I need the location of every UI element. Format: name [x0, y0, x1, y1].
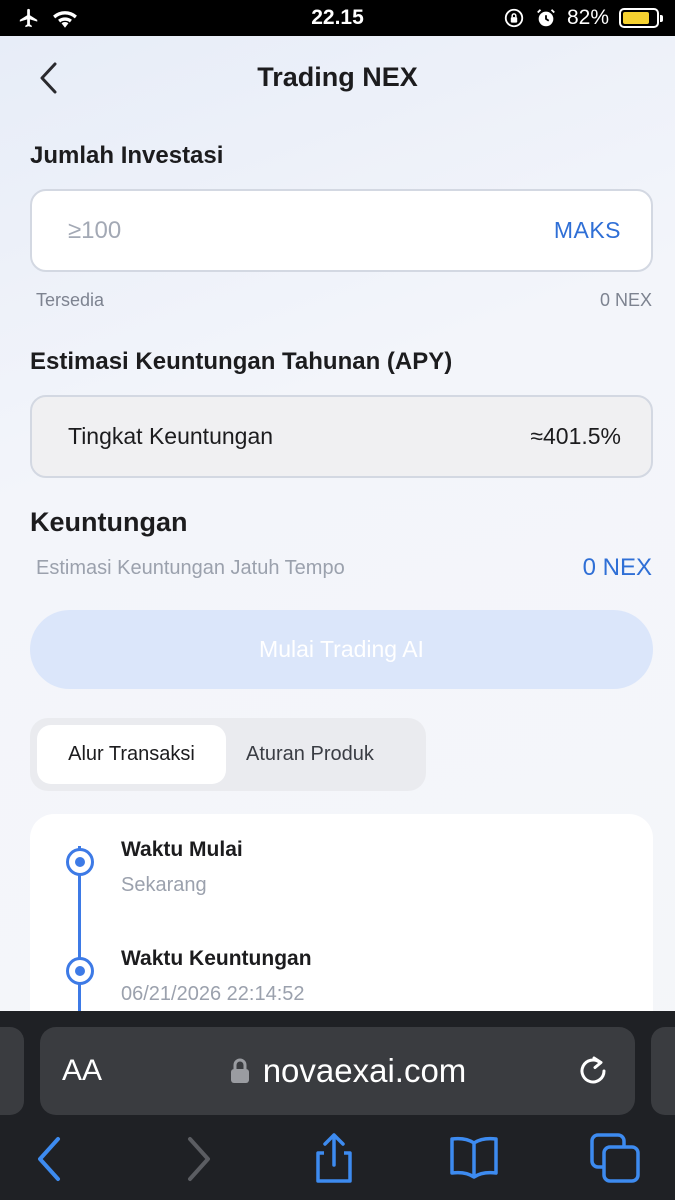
back-arrow-icon[interactable] — [24, 1131, 80, 1187]
apy-box: Tingkat Keuntungan ≈401.5% — [30, 395, 653, 478]
profit-row: Estimasi Keuntungan Jatuh Tempo 0 NEX — [36, 554, 652, 582]
available-value: 0 NEX — [599, 290, 652, 310]
tab-bar: Alur Transaksi Aturan Produk — [30, 718, 426, 791]
header: Trading NEX — [0, 36, 675, 122]
status-left — [16, 7, 78, 29]
tab-product-rules[interactable]: Aturan Produk — [226, 725, 394, 784]
battery-percent: 82% — [566, 6, 609, 29]
text-size-button[interactable]: AA — [62, 1054, 122, 1088]
url-text: novaexai.com — [262, 1052, 467, 1089]
investment-input[interactable] — [68, 216, 368, 245]
timeline-profit-subtitle: 06/21/2026 22:14:52 — [121, 983, 305, 1005]
tabs-icon[interactable] — [588, 1131, 644, 1187]
apy-label: Estimasi Keuntungan Tahunan (APY) — [30, 348, 453, 375]
investment-input-box: MAKS — [30, 189, 653, 272]
forward-arrow-icon[interactable] — [168, 1131, 224, 1187]
profit-estimate-value: 0 NEX — [582, 554, 652, 581]
battery-fill — [623, 12, 650, 24]
lock-icon — [230, 1058, 249, 1083]
timeline-card: Waktu Mulai Sekarang Waktu Keuntungan 06… — [30, 814, 653, 1026]
browser-toolbar — [0, 1131, 675, 1191]
status-right: 82% — [503, 6, 663, 30]
start-trading-button[interactable]: Mulai Trading AI — [30, 610, 653, 689]
page-title: Trading NEX — [257, 62, 418, 92]
profit-title: Keuntungan — [30, 507, 188, 537]
timeline-dot-start — [66, 848, 94, 876]
reload-icon[interactable] — [573, 1051, 613, 1091]
status-bar: 22.15 82% — [0, 0, 675, 36]
wifi-icon — [53, 11, 77, 28]
available-row: Tersedia 0 NEX — [36, 290, 652, 311]
previous-tab-preview[interactable] — [0, 1027, 24, 1115]
url-display[interactable]: novaexai.com — [122, 1052, 573, 1090]
timeline-profit-title: Waktu Keuntungan — [121, 947, 312, 970]
bookmarks-icon[interactable] — [446, 1131, 502, 1187]
rate-label: Tingkat Keuntungan — [68, 423, 274, 449]
airplane-icon — [19, 8, 38, 28]
orientation-lock-icon — [504, 8, 524, 28]
next-tab-preview[interactable] — [651, 1027, 675, 1115]
profit-estimate-label: Estimasi Keuntungan Jatuh Tempo — [36, 556, 345, 579]
rate-value: ≈401.5% — [530, 423, 621, 449]
available-label: Tersedia — [36, 290, 105, 310]
share-icon[interactable] — [306, 1131, 362, 1187]
timeline-start-title: Waktu Mulai — [121, 838, 243, 861]
battery-icon — [619, 8, 663, 28]
address-bar[interactable]: AA novaexai.com — [40, 1027, 635, 1115]
tab-transaction-flow[interactable]: Alur Transaksi — [37, 725, 226, 784]
alarm-icon — [537, 9, 555, 27]
max-button[interactable]: MAKS — [554, 217, 621, 244]
text-size-label: AA — [62, 1054, 103, 1087]
investment-label: Jumlah Investasi — [30, 142, 224, 169]
timeline-start-subtitle: Sekarang — [121, 874, 207, 896]
timeline-dot-profit — [66, 957, 94, 985]
browser-chrome: AA novaexai.com — [0, 1011, 675, 1200]
